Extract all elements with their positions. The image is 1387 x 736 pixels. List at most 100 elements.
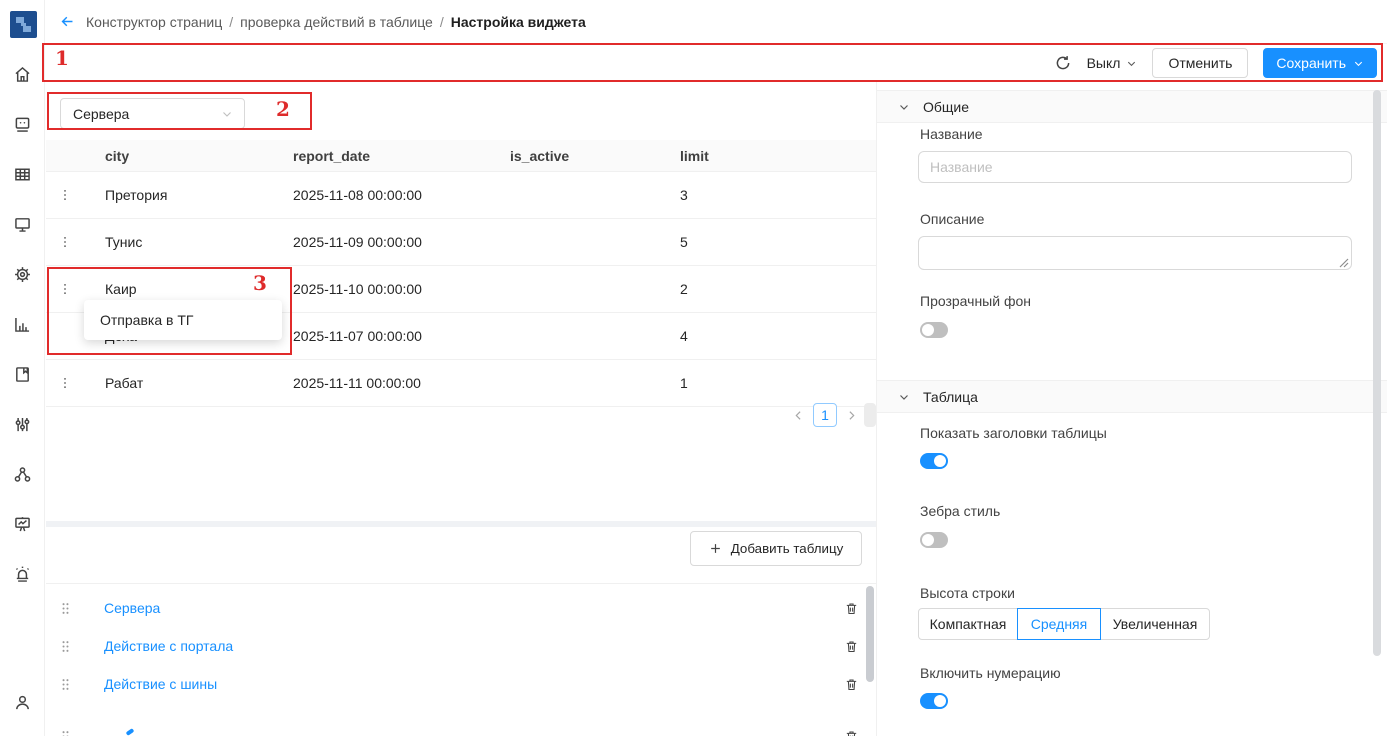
cell-limit: 2	[680, 281, 876, 297]
description-field-label: Описание	[920, 211, 984, 227]
show-headers-toggle[interactable]	[920, 453, 948, 469]
table-row[interactable]: Тунис 2025-11-09 00:00:00 5	[46, 219, 876, 266]
breadcrumb-pages[interactable]: Конструктор страниц	[86, 14, 222, 30]
row-actions-kebab-icon[interactable]	[58, 375, 72, 391]
monitor-icon[interactable]	[12, 214, 33, 235]
annotation-marker-2: 2	[276, 99, 290, 119]
divider	[46, 583, 876, 584]
cell-report-date: 2025-11-10 00:00:00	[293, 281, 510, 297]
sliders-icon[interactable]	[12, 414, 33, 435]
alarm-icon[interactable]	[12, 564, 33, 585]
numbering-toggle[interactable]	[920, 693, 948, 709]
tables-list-item-link[interactable]: Сервера	[104, 600, 160, 616]
row-height-option-medium[interactable]: Средняя	[1017, 608, 1101, 640]
cell-city: Тунис	[105, 234, 293, 250]
tables-list-item: Действие с шины	[46, 666, 876, 702]
drag-handle-icon[interactable]	[60, 639, 71, 654]
row-actions-kebab-icon[interactable]	[58, 234, 72, 250]
name-field-label: Название	[920, 126, 983, 142]
bot-icon[interactable]	[12, 114, 33, 135]
column-header-is-active: is_active	[510, 148, 680, 164]
cancel-button[interactable]: Отменить	[1152, 48, 1248, 78]
drag-handle-icon[interactable]	[60, 601, 71, 616]
row-height-option-compact[interactable]: Компактная	[918, 608, 1018, 640]
home-icon[interactable]	[12, 64, 33, 85]
section-header-general[interactable]: Общие	[877, 90, 1387, 123]
pagination: 1	[792, 403, 858, 427]
row-actions-kebab-icon[interactable]	[58, 187, 72, 203]
widget-toolbar: Выкл Отменить Сохранить	[46, 44, 1387, 82]
cell-city: Претория	[105, 187, 293, 203]
page-size-select-clipped[interactable]	[864, 403, 876, 427]
mode-dropdown-value: Выкл	[1087, 55, 1121, 71]
section-title: Таблица	[923, 389, 978, 405]
column-header-city: city	[105, 148, 293, 164]
panel-scrollbar-thumb[interactable]	[1373, 90, 1381, 656]
pagination-current-page[interactable]: 1	[813, 403, 837, 427]
column-header-limit: limit	[680, 148, 876, 164]
trash-icon[interactable]	[844, 728, 859, 736]
add-table-button-label: Добавить таблицу	[731, 541, 844, 556]
app-logo-icon[interactable]	[10, 11, 37, 38]
refresh-icon[interactable]	[1054, 54, 1072, 72]
save-button[interactable]: Сохранить	[1263, 48, 1377, 78]
drag-handle-icon[interactable]	[60, 729, 71, 736]
add-table-button[interactable]: Добавить таблицу	[690, 531, 862, 566]
tables-list-item	[46, 718, 876, 736]
breadcrumb-bar: Конструктор страниц / проверка действий …	[46, 0, 1387, 44]
row-height-segmented: Компактная Средняя Увеличенная	[918, 608, 1210, 640]
row-height-label: Высота строки	[920, 585, 1015, 601]
description-textarea[interactable]	[918, 236, 1352, 270]
name-input[interactable]	[918, 151, 1352, 183]
settings-panel: Общие Название Описание Прозрачный фон Т…	[877, 82, 1387, 736]
share-network-icon[interactable]	[12, 464, 33, 485]
chevron-down-icon	[221, 108, 233, 120]
row-context-menu: Отправка в ТГ	[84, 300, 282, 340]
tables-list-item: Действие с портала	[46, 628, 876, 664]
transparent-bg-toggle[interactable]	[920, 322, 948, 338]
mode-dropdown[interactable]: Выкл	[1087, 55, 1138, 71]
chevron-down-icon	[898, 101, 910, 113]
cell-report-date: 2025-11-11 00:00:00	[293, 375, 510, 391]
pagination-next-icon[interactable]	[845, 409, 858, 422]
column-header-report-date: report_date	[293, 148, 510, 164]
user-icon[interactable]	[12, 692, 33, 713]
context-menu-item-send-to-tg[interactable]: Отправка в ТГ	[84, 300, 282, 340]
book-icon[interactable]	[12, 364, 33, 385]
chevron-down-icon	[1353, 58, 1364, 69]
breadcrumb-separator: /	[440, 14, 444, 30]
settings-gear-icon[interactable]	[12, 264, 33, 285]
cell-limit: 4	[680, 328, 876, 344]
section-header-table[interactable]: Таблица	[877, 380, 1387, 413]
presentation-icon[interactable]	[12, 514, 33, 535]
trash-icon[interactable]	[844, 600, 859, 617]
trash-icon[interactable]	[844, 638, 859, 655]
table-icon[interactable]	[12, 164, 33, 185]
chevron-down-icon	[898, 391, 910, 403]
table-row[interactable]: Рабат 2025-11-11 00:00:00 1	[46, 360, 876, 407]
tables-list-item-link[interactable]: Действие с портала	[104, 638, 233, 654]
resize-grip-icon[interactable]	[1339, 258, 1349, 268]
pagination-prev-icon[interactable]	[792, 409, 805, 422]
table-row[interactable]: Претория 2025-11-08 00:00:00 3	[46, 172, 876, 219]
cell-limit: 1	[680, 375, 876, 391]
data-source-select[interactable]: Сервера	[60, 98, 245, 129]
drag-handle-icon[interactable]	[60, 677, 71, 692]
back-arrow-icon[interactable]	[59, 13, 76, 30]
row-height-option-large[interactable]: Увеличенная	[1100, 608, 1210, 640]
cell-city: Рабат	[105, 375, 293, 391]
widget-settings-page: Конструктор страниц / проверка действий …	[0, 0, 1387, 736]
zebra-style-toggle[interactable]	[920, 532, 948, 548]
bar-chart-icon[interactable]	[12, 314, 33, 335]
numbering-label: Включить нумерацию	[920, 665, 1061, 681]
row-actions-kebab-icon[interactable]	[58, 281, 72, 297]
data-source-select-value: Сервера	[73, 106, 129, 122]
clipped-item-text	[126, 728, 135, 736]
trash-icon[interactable]	[844, 676, 859, 693]
tables-list-item-link[interactable]: Действие с шины	[104, 676, 217, 692]
breadcrumb-page-name[interactable]: проверка действий в таблице	[240, 14, 433, 30]
breadcrumb-current: Настройка виджета	[451, 14, 586, 30]
chevron-down-icon	[1126, 58, 1137, 69]
plus-icon	[709, 542, 722, 555]
main-scrollbar-thumb[interactable]	[866, 586, 874, 682]
